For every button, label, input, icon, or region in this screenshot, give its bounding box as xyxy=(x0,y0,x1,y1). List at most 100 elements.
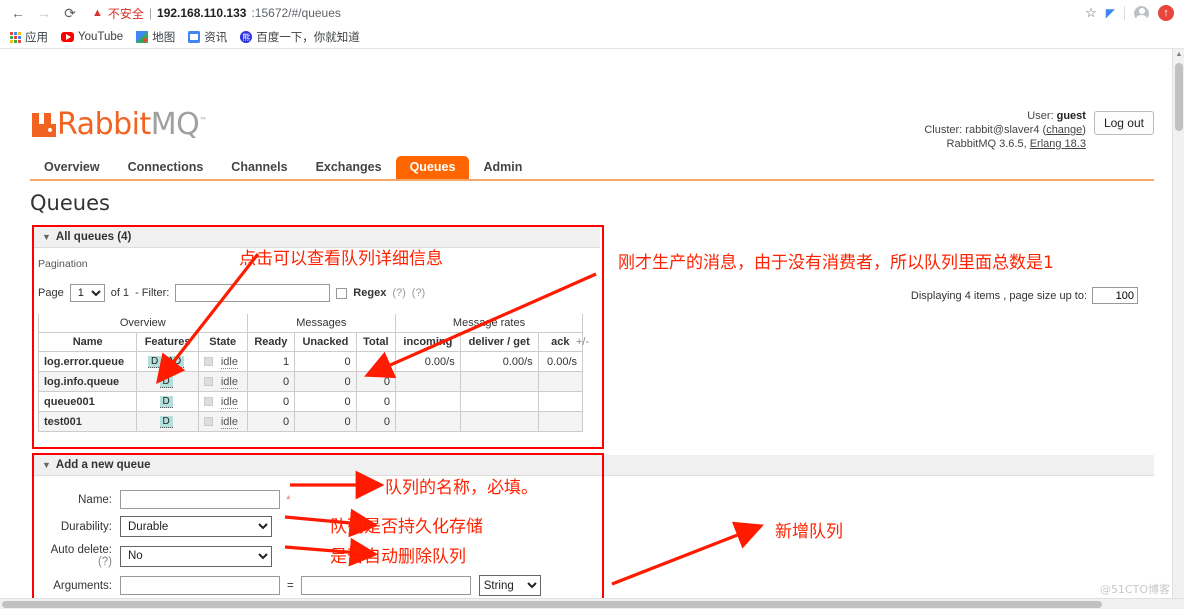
browser-chrome: ← → ⟳ ▲ 不安全 | 192.168.110.133:15672/#/qu… xyxy=(0,0,1184,49)
queue-ready: 0 xyxy=(246,371,296,392)
cluster-line: Cluster: rabbit@slaver4 (change) xyxy=(924,124,1086,136)
table-row[interactable]: log.error.queue D AD idle 1 0 1 0.00/s 0.… xyxy=(37,351,584,372)
back-arrow-icon[interactable]: ← xyxy=(8,3,28,23)
queue-ready: 1 xyxy=(246,351,296,372)
regex-help-icon-2[interactable]: (?) xyxy=(412,287,425,299)
regex-checkbox[interactable] xyxy=(336,287,348,299)
queue-name[interactable]: test001 xyxy=(37,411,138,432)
auto-delete-help-icon[interactable]: (?) xyxy=(98,556,112,568)
rabbitmq-logo[interactable]: RabbitMQ™ xyxy=(30,107,207,140)
logo-wordmark: RabbitMQ™ xyxy=(57,107,207,140)
logout-button[interactable]: Log out xyxy=(1093,111,1154,135)
queue-features: D xyxy=(136,371,199,392)
queue-deliver-get xyxy=(459,411,539,432)
arguments-row: Arguments: = String xyxy=(34,575,1154,596)
name-label: Name: xyxy=(78,493,112,506)
state-label: idle xyxy=(220,375,238,389)
argument-key-input[interactable] xyxy=(120,576,280,595)
avatar[interactable] xyxy=(1134,5,1149,21)
bookmark-news[interactable]: 资讯 xyxy=(188,29,227,45)
collapse-caret-icon[interactable]: ▼ xyxy=(42,460,51,470)
horizontal-scrollbar[interactable] xyxy=(0,598,1184,609)
queue-ack xyxy=(537,391,584,412)
bookmark-star-icon[interactable]: ☆ xyxy=(1085,5,1097,21)
queue-total: 0 xyxy=(355,391,397,412)
user-label: User: xyxy=(1027,110,1057,122)
tab-exchanges[interactable]: Exchanges xyxy=(302,156,396,179)
queue-name[interactable]: queue001 xyxy=(37,391,138,412)
tab-channels[interactable]: Channels xyxy=(217,156,301,179)
toolbar-icons: ☆ ◤ ↑ xyxy=(1085,5,1176,21)
column-toggle[interactable]: +/- xyxy=(572,336,589,348)
url-host: 192.168.110.133 xyxy=(157,6,247,20)
bookmark-label: 百度一下，你就知道 xyxy=(256,32,360,44)
vertical-scrollbar[interactable]: ▲ ▼ xyxy=(1172,49,1184,609)
argument-equals: = xyxy=(287,579,294,592)
durability-select[interactable]: Durable xyxy=(120,516,272,537)
watermark: @51CTO博客 xyxy=(1099,583,1170,596)
bookmark-label: 应用 xyxy=(25,32,48,44)
page-size-input[interactable] xyxy=(1092,287,1138,304)
vertical-scrollbar-thumb[interactable] xyxy=(1175,63,1183,131)
col-total[interactable]: Total xyxy=(355,332,397,352)
page-select[interactable]: 1 xyxy=(69,284,105,302)
queues-table: Overview Messages Message rates Name Fea… xyxy=(37,314,584,432)
col-unacked[interactable]: Unacked xyxy=(294,332,357,352)
regex-help-icon-1[interactable]: (?) xyxy=(392,287,405,299)
rabbitmq-logo-icon xyxy=(32,113,56,137)
col-ready[interactable]: Ready xyxy=(246,332,296,352)
toolbar-divider xyxy=(1124,6,1125,20)
add-queue-section: ▼ Add a new queue Name: * Durability: Dur… xyxy=(34,455,1154,609)
queue-name[interactable]: log.error.queue xyxy=(37,351,138,372)
horizontal-scrollbar-thumb[interactable] xyxy=(2,601,1102,608)
erlang-link[interactable]: Erlang 18.3 xyxy=(1030,138,1086,150)
scroll-up-icon[interactable]: ▲ xyxy=(1173,49,1184,61)
bookmark-youtube[interactable]: YouTube xyxy=(61,31,123,43)
table-row[interactable]: log.info.queue D idle 0 0 0 xyxy=(37,371,584,392)
bookmark-label: YouTube xyxy=(78,31,124,43)
auto-delete-select[interactable]: No xyxy=(120,545,272,567)
group-header-overview: Overview xyxy=(38,314,248,333)
col-incoming[interactable]: incoming xyxy=(395,332,461,352)
feature-badge: D xyxy=(159,396,173,408)
queue-deliver-get xyxy=(459,391,539,412)
col-features[interactable]: Features xyxy=(136,332,199,352)
queue-incoming: 0.00/s xyxy=(395,351,461,372)
profile-alert-icon[interactable]: ↑ xyxy=(1158,5,1174,21)
annotation-queue-name: 队列的名称，必填。 xyxy=(385,478,538,498)
col-name[interactable]: Name xyxy=(37,332,138,352)
bookmark-maps[interactable]: 地图 xyxy=(136,29,175,45)
tab-queues[interactable]: Queues xyxy=(395,156,470,179)
tab-admin[interactable]: Admin xyxy=(469,156,536,179)
queue-incoming xyxy=(395,411,461,432)
bookmark-apps[interactable]: 应用 xyxy=(10,29,48,45)
filter-input[interactable] xyxy=(175,284,331,302)
annotation-total-msg: 刚才生产的消息，由于没有消费者，所以队列里面总数是1 xyxy=(618,253,1054,273)
bookmarks-bar: 应用 YouTube 地图 资讯 百度一下，你就知道 xyxy=(0,26,1184,49)
col-state[interactable]: State xyxy=(197,332,248,352)
tab-connections[interactable]: Connections xyxy=(114,156,218,179)
state-indicator-icon xyxy=(203,357,213,367)
reload-icon[interactable]: ⟳ xyxy=(60,3,80,23)
cluster-change-link[interactable]: change xyxy=(1046,124,1082,136)
queue-name[interactable]: log.info.queue xyxy=(37,371,138,392)
queue-deliver-get: 0.00/s xyxy=(459,351,539,372)
col-deliver-get[interactable]: deliver / get xyxy=(459,332,539,352)
bookmark-baidu[interactable]: 百度一下，你就知道 xyxy=(240,29,360,45)
collapse-caret-icon[interactable]: ▼ xyxy=(42,232,51,242)
table-row[interactable]: queue001 D idle 0 0 0 xyxy=(37,391,584,412)
feature-badge: D xyxy=(159,376,173,388)
user-info-block: User: guest Cluster: rabbit@slaver4 (cha… xyxy=(924,109,1154,151)
extension-icon[interactable]: ◤ xyxy=(1106,6,1115,20)
state-label: idle xyxy=(220,355,238,369)
argument-type-select[interactable]: String xyxy=(478,575,541,596)
argument-value-input[interactable] xyxy=(300,576,471,595)
table-row[interactable]: test001 D idle 0 0 0 xyxy=(37,411,584,432)
queue-total: 0 xyxy=(355,411,397,432)
add-queue-header[interactable]: ▼ Add a new queue xyxy=(34,455,1154,476)
annotation-auto-delete: 是否自动删除队列 xyxy=(330,547,466,567)
queue-name-input[interactable] xyxy=(120,490,280,509)
address-bar[interactable]: ▲ 不安全 | 192.168.110.133:15672/#/queues xyxy=(86,3,1079,23)
tab-overview[interactable]: Overview xyxy=(30,156,114,179)
insecure-warning-icon: ▲ xyxy=(92,6,103,19)
